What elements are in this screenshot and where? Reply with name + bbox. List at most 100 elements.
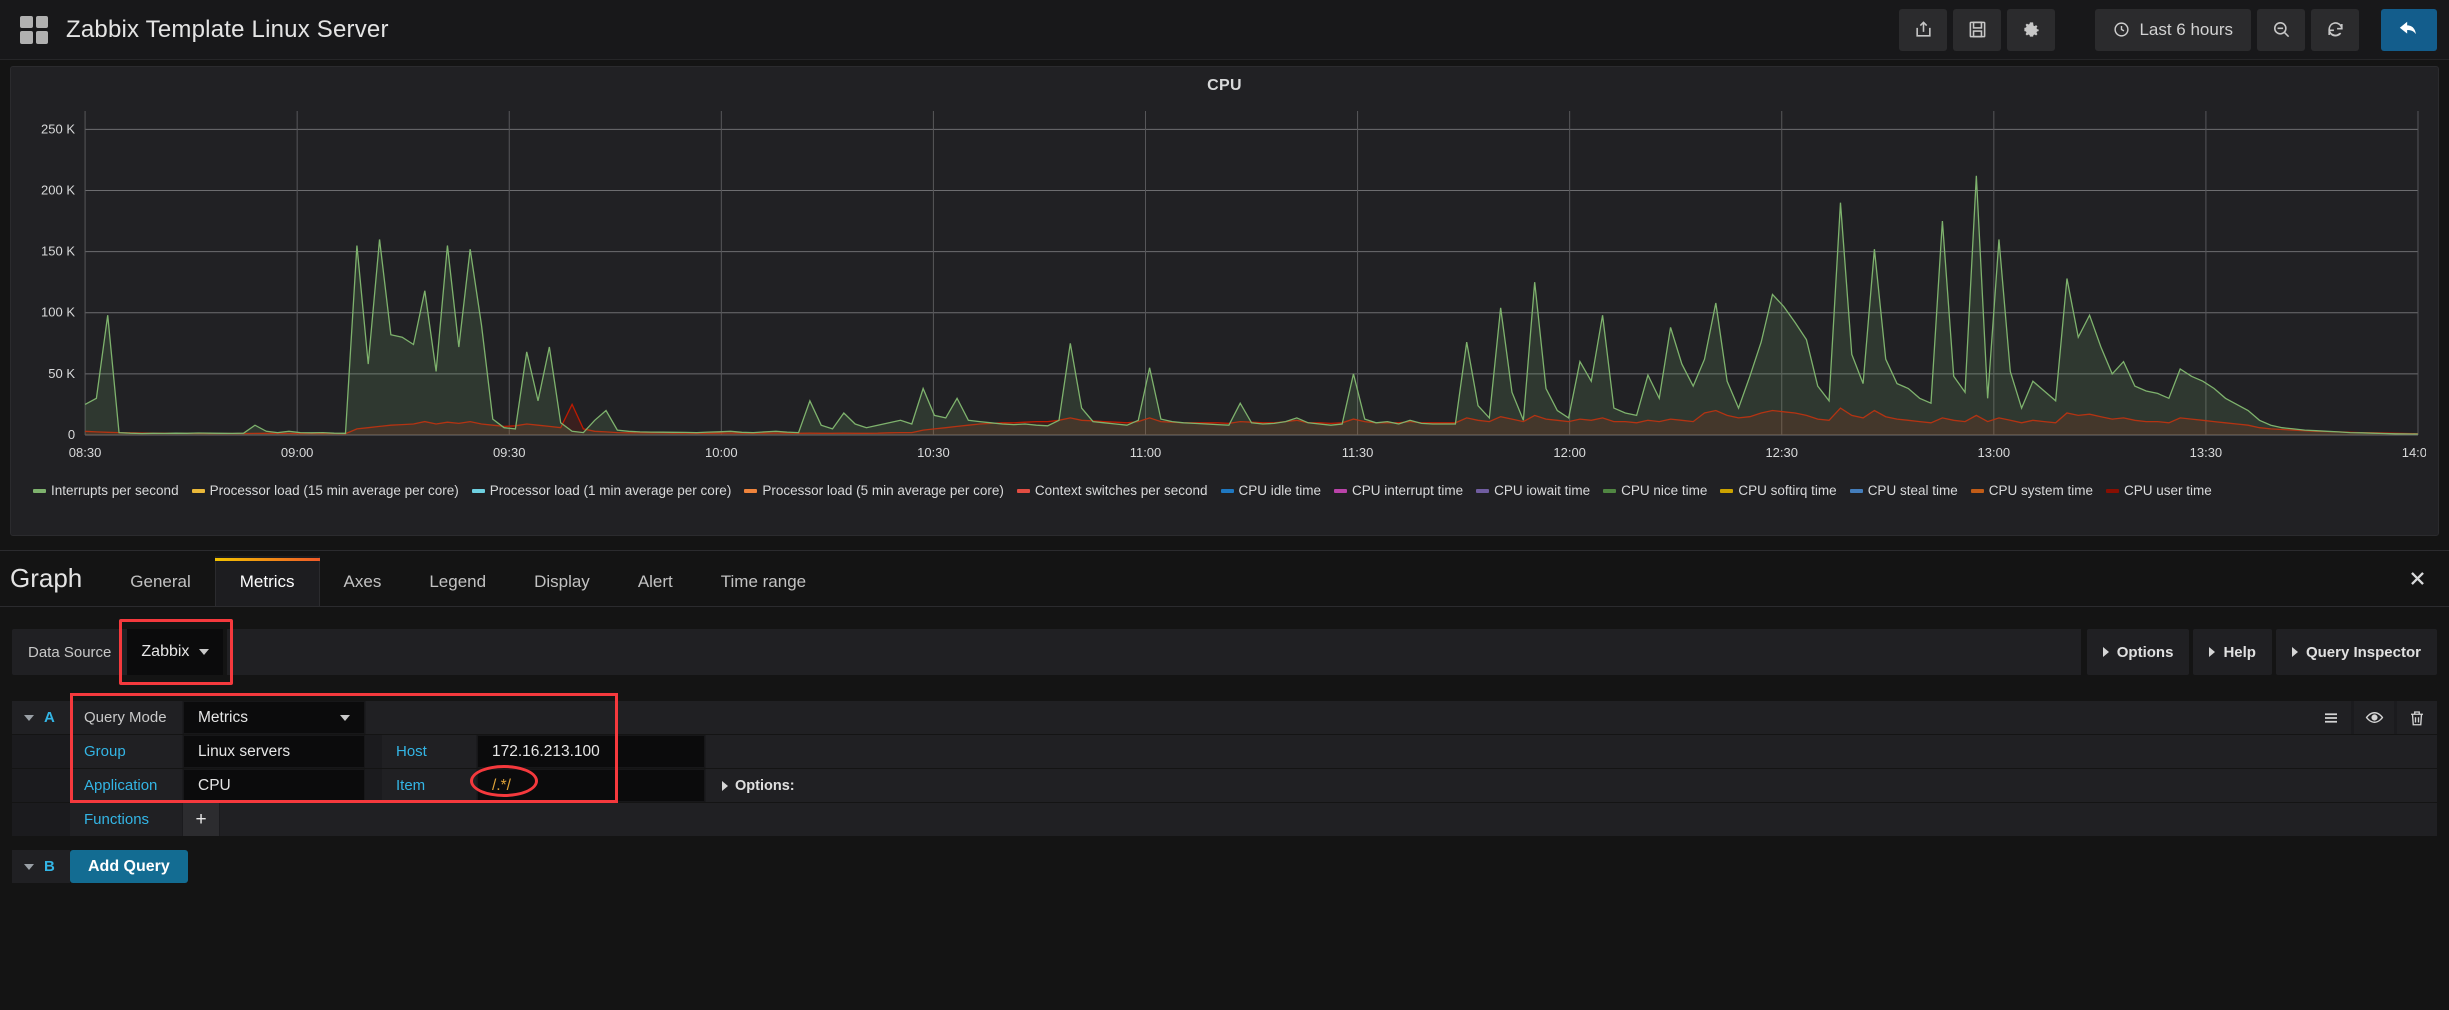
datasource-select-wrap: Zabbix (119, 619, 234, 685)
action-label: Help (2223, 643, 2256, 661)
legend-item[interactable]: CPU iowait time (1476, 483, 1590, 498)
legend-color-swatch (1849, 488, 1863, 493)
datasource-row: Data Source Zabbix Options Help Query Insp… (12, 619, 2437, 685)
chevron-down-icon (199, 649, 210, 655)
query-menu-icon[interactable] (2311, 701, 2351, 734)
legend-item[interactable]: Processor load (5 min average per core) (744, 483, 1004, 498)
legend-label: CPU iowait time (1494, 483, 1591, 498)
close-icon (2411, 572, 2424, 585)
query-ref-id-b: B (44, 858, 55, 875)
panel-editor: Graph General Metrics Axes Legend Display Ale… (0, 550, 2449, 883)
graph-plot-area[interactable]: 0 50 K 100 K 150 K 200 K 250 K 08:30 09:00 09:3… (23, 101, 2426, 481)
host-label: Host (382, 735, 476, 768)
share-dashboard-button[interactable] (1899, 8, 1948, 51)
query-mode-select[interactable]: Metrics (183, 701, 365, 734)
legend-color-swatch (1334, 488, 1348, 493)
tab-display[interactable]: Display (510, 572, 614, 606)
legend-color-swatch (471, 488, 485, 493)
legend-item[interactable]: CPU softirq time (1720, 483, 1837, 498)
query-inspector-button[interactable]: Query Inspector (2275, 629, 2437, 675)
query-ref-id-a: A (44, 709, 55, 726)
query-a-row-icons (2311, 701, 2437, 734)
legend-label: Processor load (5 min average per core) (762, 483, 1004, 498)
navbar-left: Zabbix Template Linux Server (0, 15, 389, 44)
legend-item[interactable]: Processor load (1 min average per core) (471, 483, 732, 498)
editor-heading: Graph (10, 563, 83, 593)
save-dashboard-button[interactable] (1953, 8, 2002, 51)
legend-label: CPU nice time (1621, 483, 1708, 498)
page-title: Zabbix Template Linux Server (66, 15, 389, 43)
top-navbar: Zabbix Template Linux Server Last 6 hour… (0, 0, 2449, 60)
query-a-line-4: Functions + (12, 803, 2437, 836)
chevron-down-icon (24, 863, 34, 870)
options-button[interactable]: Options (2086, 629, 2190, 675)
legend-item[interactable]: Processor load (15 min average per core) (191, 483, 459, 498)
toggle-visibility-icon[interactable] (2354, 701, 2394, 734)
query-b-toggle[interactable]: B (12, 850, 70, 883)
legend-item[interactable]: CPU system time (1970, 483, 2093, 498)
legend-color-swatch (2105, 488, 2119, 493)
tab-axes[interactable]: Axes (320, 572, 406, 606)
tab-general[interactable]: General (106, 572, 214, 606)
legend-item[interactable]: CPU nice time (1603, 483, 1707, 498)
legend-color-swatch (1016, 488, 1030, 493)
item-input[interactable]: /.*/ (470, 765, 705, 802)
eye-icon (2365, 712, 2383, 723)
functions-label: Functions (70, 803, 182, 836)
share-icon (1916, 21, 1931, 37)
query-a-line4-spacer (220, 803, 2437, 836)
legend-item[interactable]: CPU user time (2105, 483, 2212, 498)
query-a-toggle[interactable]: A (12, 701, 70, 734)
query-a-line1-spacer (366, 701, 2311, 734)
close-editor-button[interactable] (2408, 569, 2449, 606)
query-a-line4-gutter (12, 803, 70, 836)
application-input[interactable]: CPU (183, 769, 365, 802)
query-a-options-label: Options: (735, 777, 795, 794)
application-label: Application (70, 769, 182, 802)
time-range-label: Last 6 hours (2139, 19, 2233, 39)
datasource-select[interactable]: Zabbix (127, 629, 224, 675)
legend-item[interactable]: CPU steal time (1849, 483, 1958, 498)
legend-item[interactable]: Interrupts per second (33, 483, 179, 498)
legend-label: CPU idle time (1238, 483, 1322, 498)
legend-color-swatch (744, 488, 758, 493)
query-a-options-toggle[interactable]: Options: (706, 769, 811, 802)
tab-time-range[interactable]: Time range (697, 572, 830, 606)
legend-item[interactable]: CPU idle time (1220, 483, 1322, 498)
legend-label: Processor load (1 min average per core) (489, 483, 732, 498)
group-input[interactable]: Linux servers (183, 735, 365, 768)
arrow-back-icon (2399, 21, 2416, 34)
zoom-out-button[interactable] (2257, 8, 2305, 51)
query-a-line2-spacer (706, 735, 2437, 768)
hamburger-icon (2325, 712, 2337, 723)
series-area (85, 175, 2418, 436)
legend-label: CPU steal time (1867, 483, 1958, 498)
tab-legend[interactable]: Legend (405, 572, 510, 606)
group-label: Group (70, 735, 182, 768)
time-range-picker[interactable]: Last 6 hours (2095, 8, 2251, 51)
gear-icon (2024, 22, 2039, 37)
delete-query-icon[interactable] (2397, 701, 2437, 734)
refresh-icon (2327, 22, 2343, 37)
add-function-button[interactable]: + (183, 803, 219, 836)
legend-label: Processor load (15 min average per core) (209, 483, 459, 498)
host-input[interactable]: 172.16.213.100 (477, 735, 705, 768)
help-button[interactable]: Help (2193, 629, 2272, 675)
chevron-right-icon (2209, 647, 2216, 657)
refresh-button[interactable] (2311, 8, 2359, 51)
item-value: /.*/ (492, 776, 511, 794)
dashboard-settings-button[interactable] (2007, 8, 2056, 51)
action-label: Options (2116, 643, 2174, 661)
add-query-button[interactable]: Add Query (70, 850, 188, 883)
legend-item[interactable]: Context switches per second (1016, 483, 1208, 498)
datasource-label: Data Source (12, 629, 128, 675)
query-mode-label: Query Mode (70, 701, 182, 734)
tab-metrics[interactable]: Metrics (214, 556, 320, 606)
legend-item[interactable]: CPU interrupt time (1334, 483, 1463, 498)
magnifier-minus-icon (2273, 21, 2289, 38)
back-button[interactable] (2381, 8, 2437, 51)
datasource-value: Zabbix (141, 643, 190, 660)
chevron-right-icon (2291, 647, 2298, 657)
legend-color-swatch (1476, 488, 1490, 493)
tab-alert[interactable]: Alert (614, 572, 697, 606)
